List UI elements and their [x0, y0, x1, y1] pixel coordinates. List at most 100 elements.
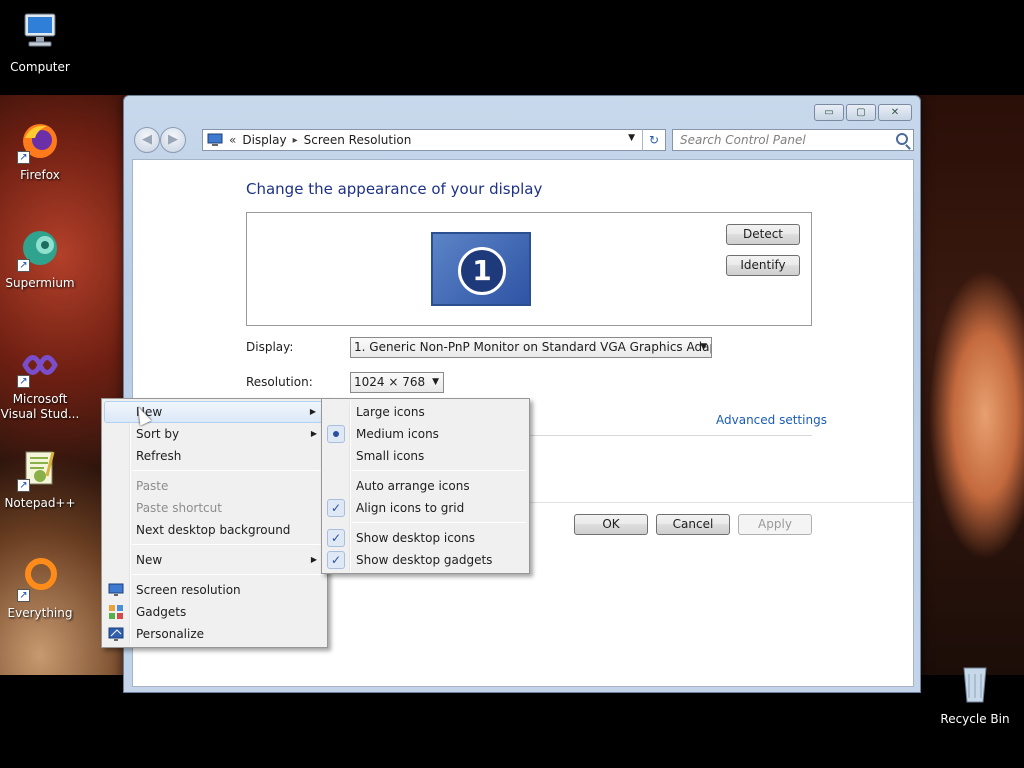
- menu-item-label: Large icons: [356, 405, 425, 419]
- monitor-1-thumbnail[interactable]: 1: [431, 232, 531, 306]
- monitor-preview-panel: 1 Detect Identify: [246, 212, 812, 326]
- maximize-icon: ▢: [856, 107, 866, 118]
- menu-item-auto-arrange-icons[interactable]: Auto arrange icons: [324, 475, 527, 497]
- refresh-button[interactable]: ↻: [642, 129, 666, 151]
- submenu-arrow-icon: ▶: [310, 429, 317, 438]
- gadgets-icon: [109, 605, 123, 619]
- firefox-icon: ↗: [17, 118, 63, 164]
- desktop-icon-visual-studio[interactable]: ↗ Microsoft Visual Stud...: [0, 342, 80, 422]
- desktop-icon-supermium[interactable]: ↗ Supermium: [0, 226, 80, 291]
- address-bar[interactable]: « Display ▸ Screen Resolution ▼: [202, 129, 666, 151]
- display-select-value: 1. Generic Non-PnP Monitor on Standard V…: [354, 340, 712, 354]
- menu-item-label: Paste shortcut: [136, 501, 222, 515]
- everything-icon: ↗: [17, 556, 63, 602]
- resolution-select-value: 1024 × 768: [354, 375, 426, 389]
- menu-item-label: Paste: [136, 479, 169, 493]
- checkmark-icon: ✓: [327, 551, 345, 569]
- menu-item-sort-by[interactable]: Sort by ▶: [104, 423, 325, 445]
- address-dropdown-icon[interactable]: ▼: [628, 133, 635, 143]
- shortcut-arrow-icon: ↗: [17, 375, 30, 388]
- menu-item-label: New: [136, 553, 163, 567]
- submenu-arrow-icon: ▶: [309, 407, 316, 416]
- detect-button[interactable]: Detect: [726, 224, 800, 245]
- personalize-icon: [108, 627, 124, 641]
- chevron-down-icon: ▼: [432, 377, 439, 387]
- control-panel-icon: [207, 133, 223, 146]
- menu-item-medium-icons[interactable]: Medium icons: [324, 423, 527, 445]
- recycle-bin-icon: [952, 662, 998, 708]
- breadcrumb-overflow[interactable]: «: [229, 133, 236, 147]
- menu-item-show-desktop-gadgets[interactable]: ✓ Show desktop gadgets: [324, 549, 527, 571]
- menu-item-large-icons[interactable]: Large icons: [324, 401, 527, 423]
- desktop-icon-computer[interactable]: Computer: [0, 10, 80, 75]
- cancel-button[interactable]: Cancel: [656, 514, 730, 535]
- display-select[interactable]: 1. Generic Non-PnP Monitor on Standard V…: [350, 337, 712, 358]
- menu-separator: [132, 544, 324, 545]
- desktop-icon-label: Everything: [7, 606, 73, 620]
- menu-item-show-desktop-icons[interactable]: ✓ Show desktop icons: [324, 527, 527, 549]
- desktop-icon-firefox[interactable]: ↗ Firefox: [0, 118, 80, 183]
- minimize-button[interactable]: ▭: [814, 104, 844, 121]
- menu-item-label: Sort by: [136, 427, 180, 441]
- menu-item-label: Gadgets: [136, 605, 187, 619]
- menu-separator: [132, 470, 324, 471]
- desktop-icon-label: Notepad++: [4, 496, 76, 510]
- search-input[interactable]: Search Control Panel: [672, 129, 914, 151]
- radio-selected-icon: [327, 425, 345, 443]
- menu-item-label: Next desktop background: [136, 523, 291, 537]
- computer-icon: [17, 10, 63, 56]
- advanced-settings-link[interactable]: Advanced settings: [716, 413, 827, 427]
- desktop-icon-label: Supermium: [5, 276, 75, 290]
- menu-item-gadgets[interactable]: Gadgets: [104, 601, 325, 623]
- menu-item-label: Screen resolution: [136, 583, 241, 597]
- identify-button[interactable]: Identify: [726, 255, 800, 276]
- shortcut-arrow-icon: ↗: [17, 151, 30, 164]
- back-button[interactable]: ◀: [134, 127, 160, 153]
- view-submenu: Large icons Medium icons Small icons Aut…: [321, 398, 530, 574]
- desktop-context-menu: New ▶ Sort by ▶ Refresh Paste Paste shor…: [101, 398, 328, 648]
- supermium-icon: ↗: [17, 226, 63, 272]
- breadcrumb-separator-icon[interactable]: ▸: [293, 135, 298, 146]
- menu-item-label: Align icons to grid: [356, 501, 465, 515]
- minimize-icon: ▭: [824, 107, 834, 118]
- checkmark-icon: ✓: [327, 499, 345, 517]
- display-label: Display:: [246, 340, 294, 354]
- breadcrumb-screen-resolution[interactable]: Screen Resolution: [304, 133, 412, 147]
- desktop-icon-notepadpp[interactable]: ↗ Notepad++: [0, 446, 80, 511]
- resolution-select[interactable]: 1024 × 768 ▼: [350, 372, 444, 393]
- desktop-icon-label: Computer: [10, 60, 70, 74]
- search-placeholder: Search Control Panel: [680, 133, 806, 147]
- page-title: Change the appearance of your display: [246, 180, 543, 198]
- ok-button[interactable]: OK: [574, 514, 648, 535]
- search-icon[interactable]: [896, 133, 908, 145]
- menu-item-align-icons-to-grid[interactable]: ✓ Align icons to grid: [324, 497, 527, 519]
- menu-item-new[interactable]: New ▶: [104, 549, 325, 571]
- maximize-button[interactable]: ▢: [846, 104, 876, 121]
- menu-item-small-icons[interactable]: Small icons: [324, 445, 527, 467]
- desktop-icon-label: Microsoft Visual Stud...: [0, 392, 80, 421]
- back-arrow-icon: ◀: [142, 132, 152, 147]
- menu-item-refresh[interactable]: Refresh: [104, 445, 325, 467]
- notepadpp-icon: ↗: [17, 446, 63, 492]
- menu-item-paste-shortcut[interactable]: Paste shortcut: [104, 497, 325, 519]
- menu-item-personalize[interactable]: Personalize: [104, 623, 325, 645]
- forward-button[interactable]: ▶: [160, 127, 186, 153]
- menu-separator: [132, 574, 324, 575]
- resolution-label: Resolution:: [246, 375, 313, 389]
- menu-item-label: Auto arrange icons: [356, 479, 470, 493]
- breadcrumb-display[interactable]: Display: [242, 133, 286, 147]
- close-icon: ✕: [890, 107, 900, 118]
- visual-studio-icon: ↗: [17, 342, 63, 388]
- menu-item-paste[interactable]: Paste: [104, 475, 325, 497]
- desktop-icon-recycle-bin[interactable]: Recycle Bin: [935, 662, 1015, 727]
- refresh-icon: ↻: [648, 133, 660, 147]
- menu-item-next-desktop-background[interactable]: Next desktop background: [104, 519, 325, 541]
- close-button[interactable]: ✕: [878, 104, 912, 121]
- menu-item-label: Small icons: [356, 449, 425, 463]
- menu-item-label: Personalize: [136, 627, 205, 641]
- apply-button[interactable]: Apply: [738, 514, 812, 535]
- desktop-icon-everything[interactable]: ↗ Everything: [0, 556, 80, 621]
- menu-item-screen-resolution[interactable]: Screen resolution: [104, 579, 325, 601]
- chevron-down-icon: ▼: [700, 342, 707, 352]
- menu-separator: [352, 522, 526, 523]
